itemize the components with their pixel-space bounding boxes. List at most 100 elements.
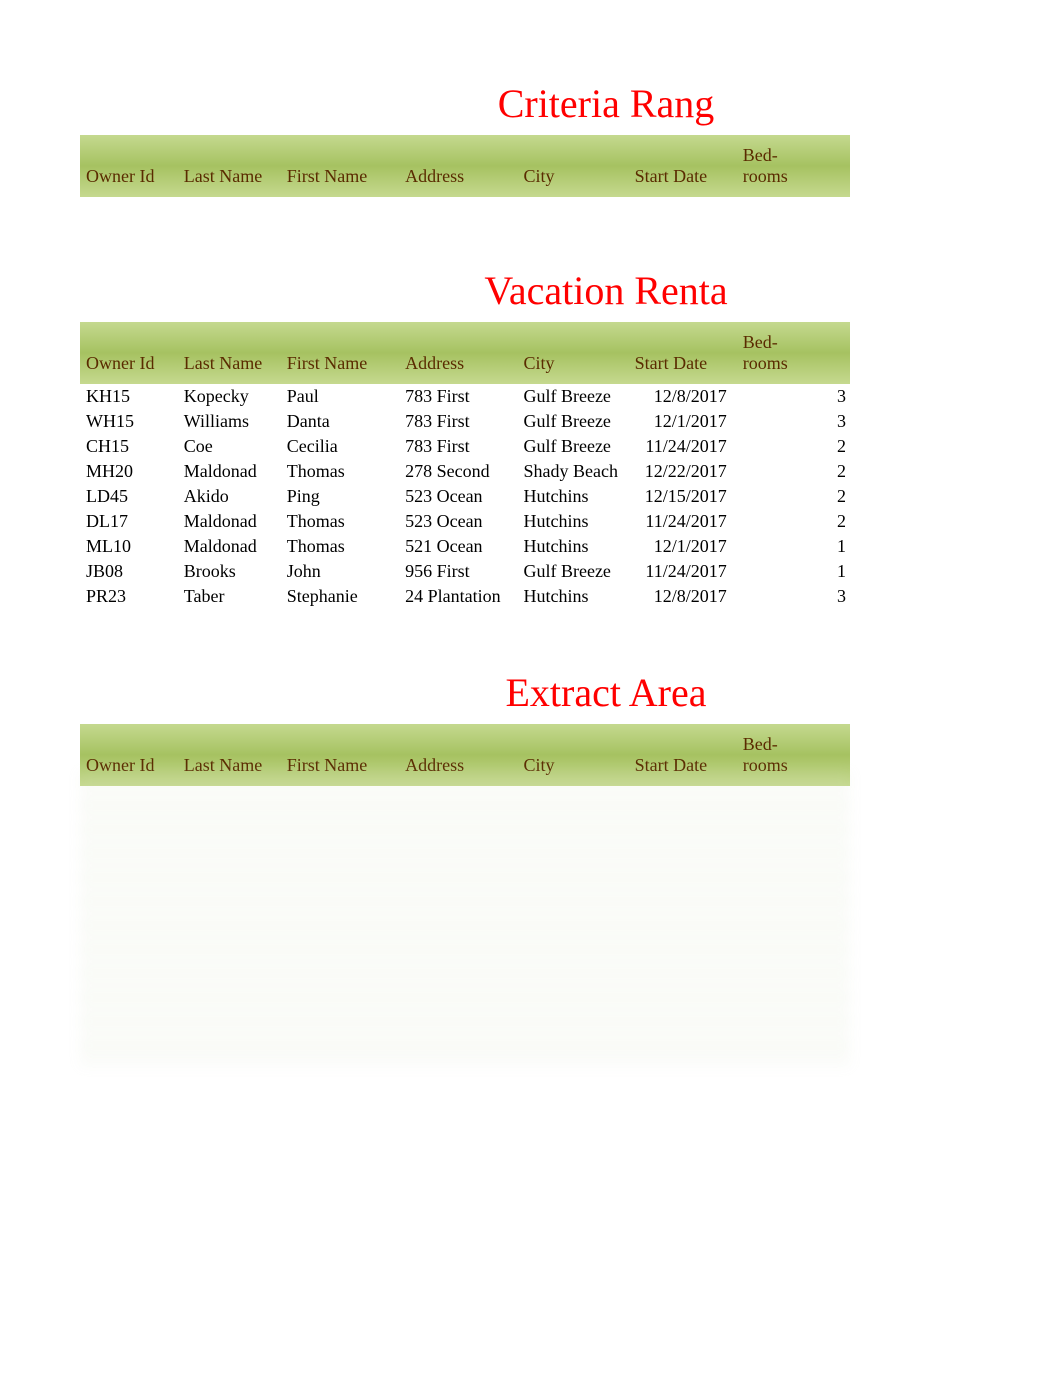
table-row bbox=[80, 954, 850, 982]
table-cell bbox=[178, 926, 281, 954]
table-cell bbox=[80, 870, 178, 898]
table-cell bbox=[629, 814, 737, 842]
table-cell bbox=[517, 954, 628, 982]
table-cell: Taber bbox=[178, 584, 281, 609]
table-cell: LD45 bbox=[80, 484, 178, 509]
col-owner-id: Owner Id bbox=[80, 135, 178, 197]
table-cell bbox=[178, 870, 281, 898]
table-cell bbox=[281, 1010, 399, 1038]
table-cell: Thomas bbox=[281, 509, 399, 534]
table-cell bbox=[629, 786, 737, 814]
col-first-name: First Name bbox=[281, 322, 399, 384]
table-cell: 3 bbox=[737, 584, 850, 609]
col-first-name: First Name bbox=[281, 724, 399, 786]
table-cell: Williams bbox=[178, 409, 281, 434]
table-cell: Shady Beach bbox=[517, 459, 628, 484]
table-cell: Cecilia bbox=[281, 434, 399, 459]
table-cell bbox=[737, 870, 850, 898]
table-cell bbox=[517, 1010, 628, 1038]
table-cell bbox=[178, 814, 281, 842]
table-cell: Coe bbox=[178, 434, 281, 459]
table-row: DL17MaldonadThomas523 OceanHutchins11/24… bbox=[80, 509, 850, 534]
col-start-date: Start Date bbox=[629, 724, 737, 786]
extract-area-title: Extract Area bbox=[80, 669, 1012, 716]
table-cell bbox=[737, 926, 850, 954]
table-cell bbox=[737, 954, 850, 982]
table-cell bbox=[80, 1010, 178, 1038]
table-cell bbox=[737, 814, 850, 842]
table-cell bbox=[399, 982, 517, 1010]
table-cell: Stephanie bbox=[281, 584, 399, 609]
table-cell bbox=[517, 982, 628, 1010]
table-cell: Kopecky bbox=[178, 384, 281, 409]
table-cell: 24 Plantation bbox=[399, 584, 517, 609]
extract-area-table: Owner Id Last Name First Name Address Ci… bbox=[80, 724, 850, 1066]
table-row bbox=[80, 1038, 850, 1066]
table-row bbox=[80, 926, 850, 954]
table-cell: Thomas bbox=[281, 534, 399, 559]
table-cell bbox=[399, 926, 517, 954]
table-cell bbox=[399, 898, 517, 926]
table-cell bbox=[737, 982, 850, 1010]
table-cell: 956 First bbox=[399, 559, 517, 584]
table-cell bbox=[629, 982, 737, 1010]
table-cell: 12/8/2017 bbox=[629, 584, 737, 609]
table-row: JB08BrooksJohn956 FirstGulf Breeze11/24/… bbox=[80, 559, 850, 584]
table-cell: 2 bbox=[737, 484, 850, 509]
table-cell: JB08 bbox=[80, 559, 178, 584]
table-cell: 1 bbox=[737, 534, 850, 559]
table-cell: 12/15/2017 bbox=[629, 484, 737, 509]
table-row: LD45AkidoPing523 OceanHutchins12/15/2017… bbox=[80, 484, 850, 509]
table-cell bbox=[517, 814, 628, 842]
table-cell bbox=[281, 982, 399, 1010]
criteria-range-table: Owner Id Last Name First Name Address Ci… bbox=[80, 135, 850, 197]
table-row bbox=[80, 1010, 850, 1038]
table-cell bbox=[80, 954, 178, 982]
table-cell: 11/24/2017 bbox=[629, 559, 737, 584]
table-cell bbox=[80, 786, 178, 814]
table-cell: 12/8/2017 bbox=[629, 384, 737, 409]
col-city: City bbox=[517, 135, 628, 197]
table-cell bbox=[399, 954, 517, 982]
table-cell bbox=[399, 870, 517, 898]
table-cell: 3 bbox=[737, 384, 850, 409]
vacation-rentals-title: Vacation Renta bbox=[80, 267, 1012, 314]
table-cell: CH15 bbox=[80, 434, 178, 459]
table-cell: 1 bbox=[737, 559, 850, 584]
table-cell bbox=[281, 898, 399, 926]
table-cell bbox=[629, 926, 737, 954]
table-cell bbox=[399, 1010, 517, 1038]
col-start-date: Start Date bbox=[629, 135, 737, 197]
table-cell bbox=[399, 1038, 517, 1066]
table-cell: MH20 bbox=[80, 459, 178, 484]
table-cell bbox=[178, 1010, 281, 1038]
table-row bbox=[80, 814, 850, 842]
table-cell bbox=[737, 786, 850, 814]
table-cell bbox=[517, 842, 628, 870]
table-cell: Gulf Breeze bbox=[517, 384, 628, 409]
table-row: WH15WilliamsDanta783 FirstGulf Breeze12/… bbox=[80, 409, 850, 434]
table-cell: 2 bbox=[737, 509, 850, 534]
col-address: Address bbox=[399, 322, 517, 384]
table-cell bbox=[178, 842, 281, 870]
col-owner-id: Owner Id bbox=[80, 322, 178, 384]
col-start-date: Start Date bbox=[629, 322, 737, 384]
table-cell: Ping bbox=[281, 484, 399, 509]
table-cell: 3 bbox=[737, 409, 850, 434]
table-cell bbox=[281, 926, 399, 954]
table-cell bbox=[281, 842, 399, 870]
table-cell bbox=[629, 1038, 737, 1066]
table-cell: Gulf Breeze bbox=[517, 434, 628, 459]
table-cell bbox=[178, 898, 281, 926]
table-cell bbox=[80, 926, 178, 954]
table-cell bbox=[629, 898, 737, 926]
table-cell: Thomas bbox=[281, 459, 399, 484]
table-cell: 278 Second bbox=[399, 459, 517, 484]
table-cell: PR23 bbox=[80, 584, 178, 609]
table-cell: 783 First bbox=[399, 434, 517, 459]
table-cell: 523 Ocean bbox=[399, 509, 517, 534]
table-row: MH20MaldonadThomas278 SecondShady Beach1… bbox=[80, 459, 850, 484]
col-owner-id: Owner Id bbox=[80, 724, 178, 786]
table-cell: WH15 bbox=[80, 409, 178, 434]
table-cell: 12/1/2017 bbox=[629, 409, 737, 434]
